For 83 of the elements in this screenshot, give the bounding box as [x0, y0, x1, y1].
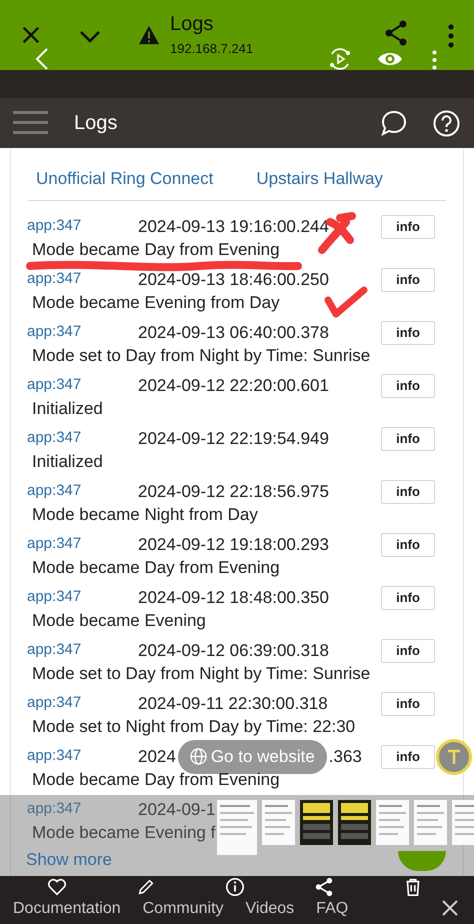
menu-icon[interactable]	[13, 111, 48, 135]
info-button[interactable]: info	[381, 426, 435, 450]
timestamp-text: 2024-09-13 19:16:00.244	[138, 216, 329, 238]
thumbnail-image[interactable]	[338, 800, 371, 845]
warning-icon	[138, 25, 160, 45]
info-button[interactable]: info	[381, 532, 435, 556]
timestamp-text: .363	[328, 746, 362, 768]
log-message: Mode became Day from Evening	[31, 238, 280, 260]
log-message: Mode set to Day from Night by Time: Sunrise	[31, 344, 370, 366]
source-link[interactable]: app:347	[27, 586, 138, 609]
log-message: Mode set to Night from Day by Time: 22:30	[31, 716, 356, 738]
thumbnail-image[interactable]	[262, 800, 295, 845]
info-button[interactable]: info	[381, 320, 435, 344]
more-icon[interactable]	[432, 50, 437, 70]
eye-icon[interactable]	[377, 51, 403, 67]
back-icon[interactable]	[35, 47, 49, 71]
log-message: Initialized	[31, 450, 103, 472]
source-link[interactable]: app:347	[27, 798, 138, 821]
globe-icon	[190, 748, 207, 765]
info-button[interactable]: info	[381, 480, 435, 504]
source-link[interactable]: app:347	[27, 427, 138, 450]
tab-link[interactable]: Upstairs Hallway	[256, 166, 383, 192]
replay-icon[interactable]	[328, 48, 352, 70]
log-message: Mode set to Day from Night by Time: Sunrise	[31, 662, 370, 684]
thumbnail-image[interactable]	[376, 800, 409, 845]
heart-icon[interactable]	[47, 877, 67, 897]
info-button[interactable]: info	[381, 586, 435, 610]
check-mark	[324, 286, 368, 318]
log-message: Mode became Day from Evening	[31, 556, 280, 578]
info-button[interactable]: info	[381, 214, 435, 238]
thumbnail-image[interactable]	[300, 800, 333, 845]
app-title: Logs	[74, 111, 118, 136]
help-icon[interactable]	[433, 110, 460, 136]
info-button[interactable]: info	[381, 268, 435, 292]
timestamp-text: 2024-09-12 19:18:00.293	[138, 534, 329, 556]
timestamp-text: 2024-09-12 22:18:56.975	[138, 480, 329, 503]
source-link[interactable]: app:347	[27, 692, 138, 715]
info-button[interactable]: info	[381, 744, 435, 768]
source-link[interactable]: app:347	[27, 374, 138, 397]
source-link[interactable]: app:347	[27, 268, 138, 291]
url-text: 192.168.7.241	[170, 40, 254, 58]
log-message: Mode became Evening f	[31, 822, 216, 844]
timestamp-text: 2024-09-13 06:40:00.378	[138, 322, 329, 344]
pencil-icon[interactable]	[136, 877, 156, 897]
log-message: Mode became Evening from Day	[31, 292, 280, 314]
thumbnail-image[interactable]	[217, 800, 257, 855]
close-icon[interactable]	[442, 900, 458, 916]
log-message: Mode became Night from Day	[31, 504, 258, 526]
show-more-link[interactable]: Show more	[26, 846, 112, 872]
timestamp-text: 2024-09-11 22:30:00.318	[138, 692, 328, 715]
log-message: Mode became Evening	[31, 610, 206, 632]
timestamp-text: 2024-09-1	[138, 798, 216, 821]
source-link[interactable]: app:347	[27, 745, 138, 768]
toolbar-label[interactable]: Community	[142, 897, 224, 921]
text-icon	[445, 748, 463, 766]
thumbnail-image[interactable]	[414, 800, 447, 845]
close-icon[interactable]	[20, 24, 42, 46]
timestamp-text: 2024	[138, 746, 176, 768]
source-link[interactable]: app:347	[27, 639, 138, 662]
source-link[interactable]: app:347	[27, 321, 138, 344]
share-icon[interactable]	[314, 877, 334, 897]
toolbar-label[interactable]: FAQ	[316, 897, 348, 921]
info-button[interactable]: info	[381, 374, 435, 398]
text-lens-button[interactable]	[436, 738, 472, 774]
timestamp-text: 2024-09-12 22:19:54.949	[138, 428, 329, 450]
page-title: Logs	[170, 12, 214, 36]
timestamp-text: 2024-09-12 22:20:00.601	[138, 374, 329, 397]
timestamp-text: 2024-09-12 18:48:00.350	[138, 586, 329, 609]
info-button[interactable]: info	[381, 692, 435, 716]
source-link[interactable]: app:347	[27, 215, 138, 238]
info-icon[interactable]	[225, 877, 245, 897]
timestamp-text: 2024-09-13 18:46:00.250	[138, 268, 329, 291]
info-button[interactable]: info	[381, 638, 435, 662]
log-message: Initialized	[31, 398, 103, 420]
toolbar-label[interactable]: Documentation	[13, 897, 121, 921]
go-to-website-button[interactable]: Go to website	[178, 740, 327, 774]
chat-icon[interactable]	[381, 110, 407, 136]
timestamp-text: 2024-09-12 06:39:00.318	[138, 640, 329, 662]
source-link[interactable]: app:347	[27, 480, 138, 503]
more-icon[interactable]	[448, 24, 454, 48]
source-link[interactable]: app:347	[27, 533, 138, 556]
toolbar-label[interactable]: Videos	[246, 897, 294, 921]
tab-link[interactable]: Unofficial Ring Connect	[36, 166, 214, 192]
